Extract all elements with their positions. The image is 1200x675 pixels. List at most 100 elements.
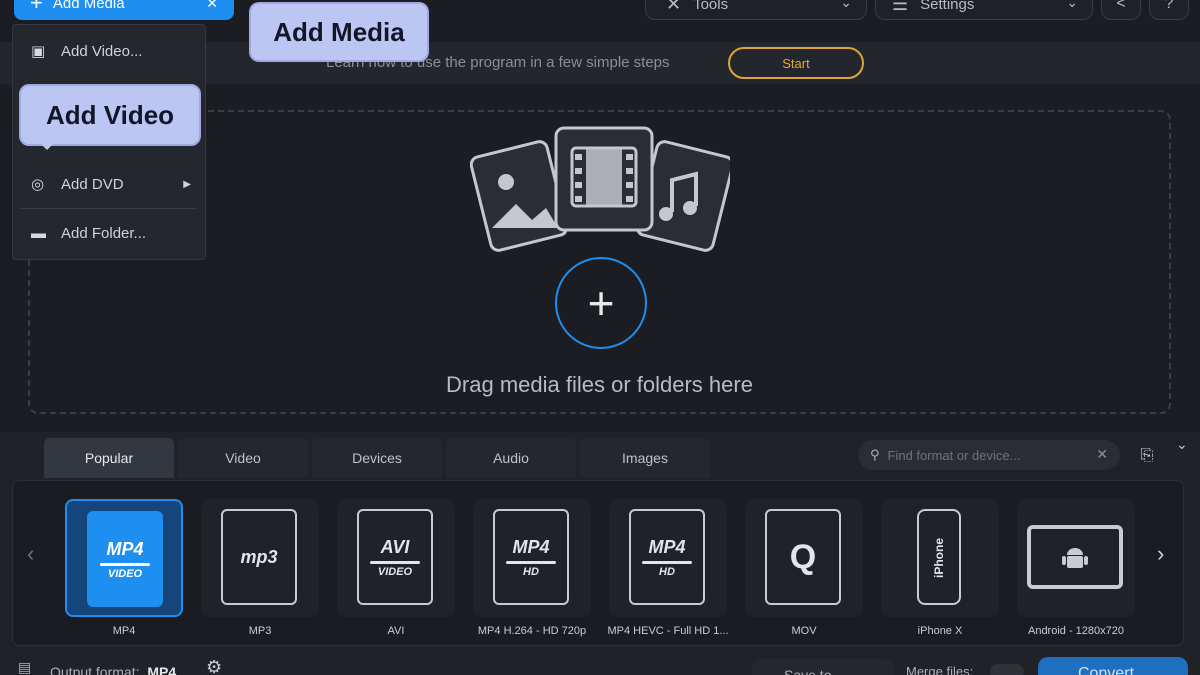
help-button[interactable]: ? (1149, 0, 1189, 20)
card-sub-text: HD (523, 565, 539, 578)
card-bar (506, 560, 556, 564)
format-tile-mp4-h264[interactable]: MP4 HD (473, 499, 591, 617)
bottom-bar: ▤ Output format: MP4 ⚙ Save to... Merge … (0, 655, 1200, 675)
format-label: MP3 (248, 625, 272, 637)
card-sub-text: HD (659, 565, 675, 578)
callout-add-media: Add Media (249, 2, 429, 62)
start-button[interactable]: Start (728, 47, 864, 79)
add-media-label: Add Media (52, 0, 125, 12)
card-main-text: iPhone (932, 537, 947, 579)
collapse-panel-button[interactable]: ⌄ (1176, 436, 1188, 453)
media-types-illustration (470, 126, 730, 252)
plus-icon: + (30, 0, 43, 15)
tab-audio[interactable]: Audio (446, 438, 576, 478)
format-tile-android[interactable] (1017, 499, 1135, 617)
format-tabs: Popular Video Devices Audio Images (44, 438, 714, 478)
chevron-right-icon: › (1157, 541, 1165, 566)
carousel-next-button[interactable]: › (1157, 541, 1164, 567)
format-tile-mp4[interactable]: MP4 VIDEO (65, 499, 183, 617)
clear-icon[interactable]: ✕ (1096, 446, 1108, 463)
format-label: MOV (791, 625, 817, 637)
chevron-down-icon: ⌄ (840, 0, 852, 10)
format-tile-mov[interactable]: Q (745, 499, 863, 617)
tab-video[interactable]: Video (178, 438, 308, 478)
menu-divider (21, 208, 197, 209)
card-main-text: Q (789, 537, 817, 576)
settings-button[interactable]: ☰ Settings ⌄ (875, 0, 1093, 20)
format-tile-iphone[interactable]: iPhone (881, 499, 999, 617)
image-card-icon (470, 140, 569, 252)
menu-item-label: Add Video... (61, 42, 143, 60)
format-search-input[interactable]: ⚲ Find format or device... ✕ (858, 440, 1120, 470)
tools-label: Tools (693, 0, 729, 13)
card-main-text: MP4 (106, 538, 144, 559)
merge-files-toggle[interactable] (990, 664, 1024, 675)
menu-item-label: Add Folder... (61, 224, 147, 242)
share-icon: < (1116, 0, 1126, 12)
add-media-button[interactable]: + Add Media ✕ (14, 0, 234, 20)
add-files-button[interactable]: + (555, 257, 647, 349)
card-main-text: MP4 (512, 536, 550, 557)
close-icon[interactable]: ✕ (206, 0, 218, 12)
carousel-prev-button[interactable]: ‹ (27, 541, 34, 567)
formats-carousel: ‹ MP4 VIDEO MP4 mp3 MP3 AVI VIDEO AVI MP… (12, 480, 1184, 646)
output-file-icon: ▤ (18, 659, 32, 675)
format-label: AVI (387, 625, 405, 637)
format-label: Android - 1280x720 (1027, 625, 1124, 637)
tools-icon: ✕ (666, 0, 682, 14)
mp4-file-icon: MP4 VIDEO (87, 511, 163, 607)
format-tile-mp3[interactable]: mp3 (201, 499, 319, 617)
format-panel: Popular Video Devices Audio Images ⚲ Fin… (0, 432, 1200, 675)
merge-files-label: Merge files: (906, 664, 974, 675)
tab-devices[interactable]: Devices (312, 438, 442, 478)
search-placeholder: Find format or device... (887, 447, 1021, 463)
chevron-down-icon: ⌄ (1066, 0, 1078, 10)
card-bar (100, 562, 150, 566)
output-format-label: Output format: (50, 664, 140, 675)
output-format: Output format: MP4 (50, 664, 176, 675)
dvd-icon: ◎ (31, 176, 45, 193)
iphone-icon: iPhone (917, 509, 961, 605)
save-to-button[interactable]: Save to... (752, 659, 894, 675)
share-button[interactable]: < (1101, 0, 1141, 20)
video-frame-icon: ▣ (31, 43, 46, 60)
format-label: MP4 (112, 625, 136, 637)
format-label: MP4 HEVC - Full HD 1... (607, 625, 729, 637)
android-icon (1062, 548, 1088, 568)
help-icon: ? (1164, 0, 1174, 12)
settings-label: Settings (920, 0, 975, 13)
convert-label: Convert (1078, 665, 1135, 675)
callout-add-video: Add Video (19, 84, 201, 150)
chevron-left-icon: ‹ (27, 541, 35, 566)
gear-icon[interactable]: ⚙ (206, 657, 222, 675)
format-tile-mp4-hevc[interactable]: MP4 HD (609, 499, 727, 617)
output-format-value: MP4 (147, 664, 177, 675)
import-format-button[interactable]: ⎘ (1132, 441, 1162, 471)
tab-images[interactable]: Images (580, 438, 710, 478)
avi-file-icon: AVI VIDEO (357, 509, 433, 605)
film-card-icon (554, 126, 654, 232)
sliders-icon: ☰ (892, 0, 909, 14)
document-search-icon: ⎘ (1140, 447, 1154, 464)
folder-icon: ▬ (31, 224, 46, 242)
format-tile-avi[interactable]: AVI VIDEO (337, 499, 455, 617)
drop-zone-text: Drag media files or folders here (446, 372, 753, 397)
menu-item-add-dvd[interactable]: ◎ Add DVD ▶ (13, 164, 205, 204)
format-label: MP4 H.264 - HD 720p (477, 625, 587, 637)
menu-item-add-video[interactable]: ▣ Add Video... (13, 31, 205, 71)
format-label: iPhone X (917, 625, 963, 637)
save-to-label: Save to... (784, 667, 844, 675)
menu-item-add-folder[interactable]: ▬ Add Folder... (13, 213, 205, 253)
android-tablet-icon (1027, 525, 1123, 589)
card-main-text: mp3 (240, 546, 278, 567)
plus-icon: + (587, 277, 615, 329)
chevron-right-icon: ▶ (183, 178, 191, 190)
card-main-text: AVI (380, 536, 410, 557)
tab-popular[interactable]: Popular (44, 438, 174, 478)
convert-button[interactable]: Convert (1038, 657, 1188, 675)
mp4-hd-file-icon: MP4 HD (629, 509, 705, 605)
tools-button[interactable]: ✕ Tools ⌄ (645, 0, 867, 20)
search-icon: ⚲ (870, 447, 880, 462)
mp3-file-icon: mp3 (221, 509, 297, 605)
card-bar (642, 560, 692, 564)
